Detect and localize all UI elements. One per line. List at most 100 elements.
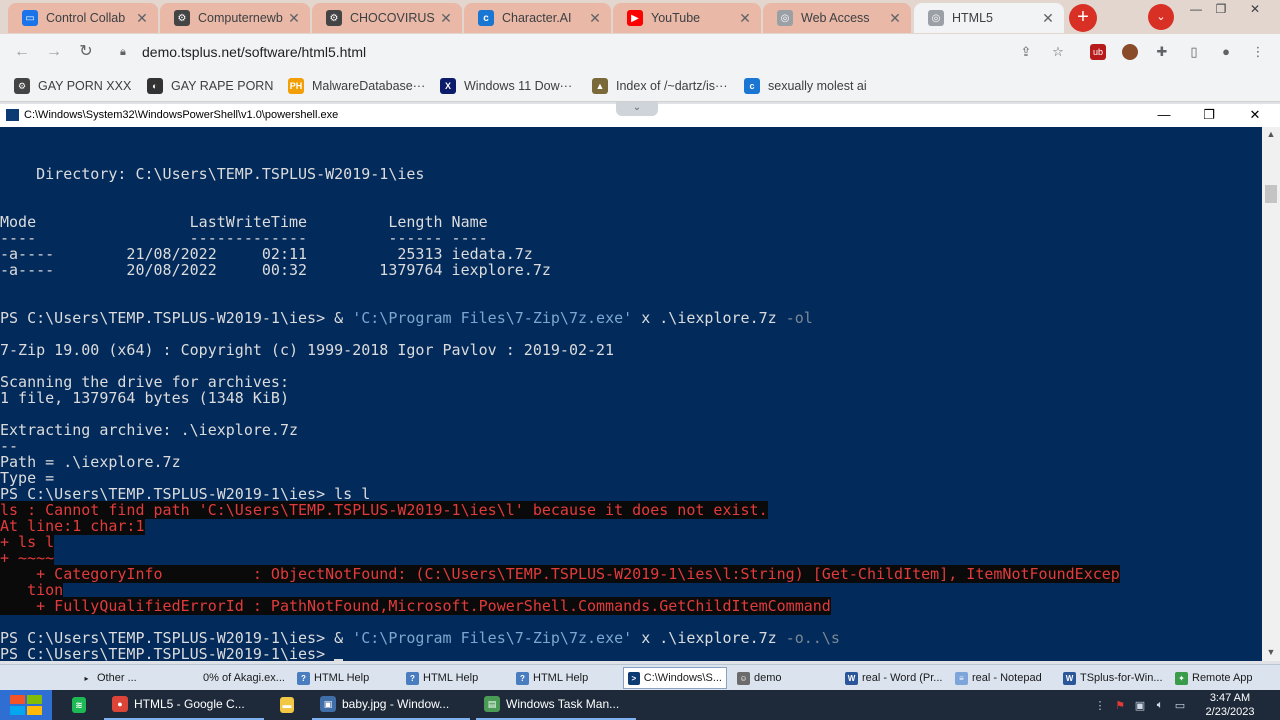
tab-3[interactable]: c Character.AI ✕ [464, 3, 611, 33]
ps-close-icon[interactable]: ✕ [1245, 107, 1265, 123]
tab-close-icon[interactable]: ✕ [1040, 10, 1056, 27]
side-panel-icon[interactable]: ▯ [1186, 44, 1202, 60]
remote-task-item[interactable]: W TSplus-for-Win... [1063, 669, 1163, 687]
remote-task-item[interactable]: ? HTML Help [406, 669, 506, 687]
console-line: Extracting archive: .\iexplore.7z [0, 422, 298, 438]
address-bar[interactable]: 🔒︎ demo.tsplus.net/software/html5.html [106, 38, 1080, 66]
bookmark-item[interactable]: X Windows 11 Dow··· [440, 77, 572, 95]
taskbar-app[interactable]: ▣ baby.jpg - Window... [312, 690, 470, 720]
bookmark-item[interactable]: ⚙ GAY PORN XXX [14, 77, 131, 95]
word-icon: W [1063, 671, 1076, 685]
console-scrollbar[interactable]: ▲ ▼ [1262, 127, 1280, 661]
bookmark-item[interactable]: ▲ Index of /~dartz/is··· [592, 77, 728, 95]
flag-icon[interactable]: ⚑ [1110, 699, 1130, 712]
console-line: PS C:\Users\TEMP.TSPLUS-W2019-1\ies> & '… [0, 310, 813, 326]
remote-task-item[interactable]: Wreal - Word (Pr... [845, 669, 945, 687]
extensions-puzzle-icon[interactable]: ✚ [1154, 44, 1170, 60]
taskbar-app[interactable]: ▤ Windows Task Man... [476, 690, 636, 720]
tab-close-icon[interactable]: ✕ [438, 10, 454, 27]
taskbar-app[interactable]: ▬ [272, 690, 308, 720]
remote-toolbar-collapse-icon[interactable]: ⌄ [616, 102, 658, 116]
profile-icon[interactable]: ● [1218, 44, 1234, 60]
tray-overflow-icon[interactable]: ⋮ [1090, 699, 1110, 712]
console-text: Directory: C:\Users\TEMP.TSPLUS-W2019-1\… [0, 165, 425, 183]
console-text: + FullyQualifiedErrorId : PathNotFound,M… [0, 597, 831, 615]
tab-close-icon[interactable]: ✕ [737, 10, 753, 27]
tab-4[interactable]: ▶ YouTube ✕ [613, 3, 761, 33]
photos-icon: ▣ [320, 696, 336, 712]
back-icon[interactable]: ← [12, 42, 32, 62]
tab-5[interactable]: ◎ Web Access ✕ [763, 3, 911, 33]
remote-task-item[interactable]: 0% of Akagi.ex... [203, 669, 291, 687]
network-icon[interactable]: ▣ [1130, 699, 1150, 712]
tab-1[interactable]: ⚙ Computernewb ✕ [160, 3, 310, 33]
remote-task-item[interactable]: ▸ Other ... [80, 669, 190, 687]
tab-close-icon[interactable]: ✕ [134, 10, 150, 27]
close-window-icon[interactable]: ✕ [1242, 0, 1268, 18]
console-line: At line:1 char:1 [0, 517, 145, 535]
url-text: demo.tsplus.net/software/html5.html [142, 44, 367, 60]
file-explorer-icon: ▬ [280, 697, 294, 713]
gear-icon: ⚙ [14, 78, 30, 94]
remote-task-label: demo [754, 672, 782, 684]
ublock-icon[interactable]: ub [1090, 44, 1106, 60]
forward-icon[interactable]: → [44, 42, 64, 62]
bookmark-star-icon[interactable]: ☆ [1050, 44, 1066, 60]
remote-task-item[interactable]: > C:\Windows\S... [623, 667, 727, 689]
tab-close-icon[interactable]: ✕ [587, 10, 603, 27]
remote-task-item[interactable]: ? HTML Help [297, 669, 397, 687]
notification-icon[interactable]: ▭ [1170, 699, 1190, 712]
remote-task-item[interactable]: ✦ Remote App [1175, 669, 1265, 687]
chevron-right-icon: ▸ [84, 673, 89, 683]
tab-close-icon[interactable]: ✕ [887, 10, 903, 27]
taskbar-app[interactable]: ≋ [64, 690, 100, 720]
remote-task-label: real - Notepad [972, 672, 1042, 684]
new-tab-button[interactable]: + [1069, 4, 1097, 32]
chat-icon: c [744, 78, 760, 94]
clock[interactable]: 3:47 AM 2/23/2023 [1192, 691, 1268, 719]
taskbar-app[interactable]: ● HTML5 - Google C... [104, 690, 264, 720]
console-line: PS C:\Users\TEMP.TSPLUS-W2019-1\ies> [0, 645, 344, 661]
remote-task-label: HTML Help [423, 672, 479, 684]
share-icon[interactable]: ⇪ [1018, 44, 1034, 60]
ps-minimize-icon[interactable]: — [1154, 107, 1174, 122]
bookmark-item[interactable]: PH MalwareDatabase··· [288, 77, 425, 95]
console-text: 'C:\Program Files\7-Zip\7z.exe' [352, 309, 633, 327]
notepad-icon: ≡ [955, 671, 968, 685]
console-text: PS C:\Users\TEMP.TSPLUS-W2019-1\ies> [0, 645, 335, 661]
scroll-up-icon[interactable]: ▲ [1262, 129, 1280, 139]
menu-kebab-icon[interactable]: ⋮ [1250, 44, 1266, 60]
tab-search-button[interactable]: ⌄ [1148, 4, 1174, 30]
bookmark-label: Index of /~dartz/is··· [616, 79, 728, 93]
restore-icon[interactable]: ❐ [1208, 0, 1234, 18]
tab-close-icon[interactable]: ✕ [286, 10, 302, 27]
console-line: ---- ------------- ------ ---- [0, 230, 488, 246]
remote-task-item[interactable]: ☺ demo [737, 669, 827, 687]
help-icon: ? [297, 671, 310, 685]
bookmark-item[interactable]: ◐ GAY RAPE PORN [147, 77, 273, 95]
scroll-thumb[interactable] [1265, 185, 1277, 203]
console-line: tion [0, 581, 64, 599]
tab-6[interactable]: ◎ HTML5 ✕ [914, 3, 1064, 33]
powershell-console[interactable]: Directory: C:\Users\TEMP.TSPLUS-W2019-1\… [0, 127, 1262, 661]
powershell-icon: > [628, 671, 640, 685]
bookmark-item[interactable]: c sexually molest ai [744, 77, 867, 95]
console-text: PS C:\Users\TEMP.TSPLUS-W2019-1\ies> & [0, 309, 353, 327]
minimize-icon[interactable]: — [1183, 0, 1209, 18]
remote-task-item[interactable]: ≡ real - Notepad [955, 669, 1055, 687]
tab-0[interactable]: ▭ Control Collab ✕ [8, 3, 158, 33]
globe-icon: ◎ [777, 10, 793, 26]
bookmark-label: Windows 11 Dow··· [464, 79, 573, 93]
console-line: + FullyQualifiedErrorId : PathNotFound,M… [0, 597, 831, 615]
tab-title: Character.AI [502, 11, 572, 25]
extension-avatar-icon[interactable] [1122, 44, 1138, 60]
ps-maximize-icon[interactable]: ❐ [1199, 107, 1219, 123]
tab-2[interactable]: ⚙ CHOCOVIRUS ✕ [312, 3, 462, 33]
start-button[interactable] [0, 690, 52, 720]
remote-task-item[interactable]: ? HTML Help [516, 669, 616, 687]
scroll-down-icon[interactable]: ▼ [1262, 647, 1280, 657]
reload-icon[interactable]: ↻ [76, 42, 96, 62]
tab-title: YouTube [651, 11, 701, 25]
bookmark-label: GAY PORN XXX [38, 79, 132, 93]
volume-icon[interactable]: 🔈︎ [1150, 699, 1170, 712]
